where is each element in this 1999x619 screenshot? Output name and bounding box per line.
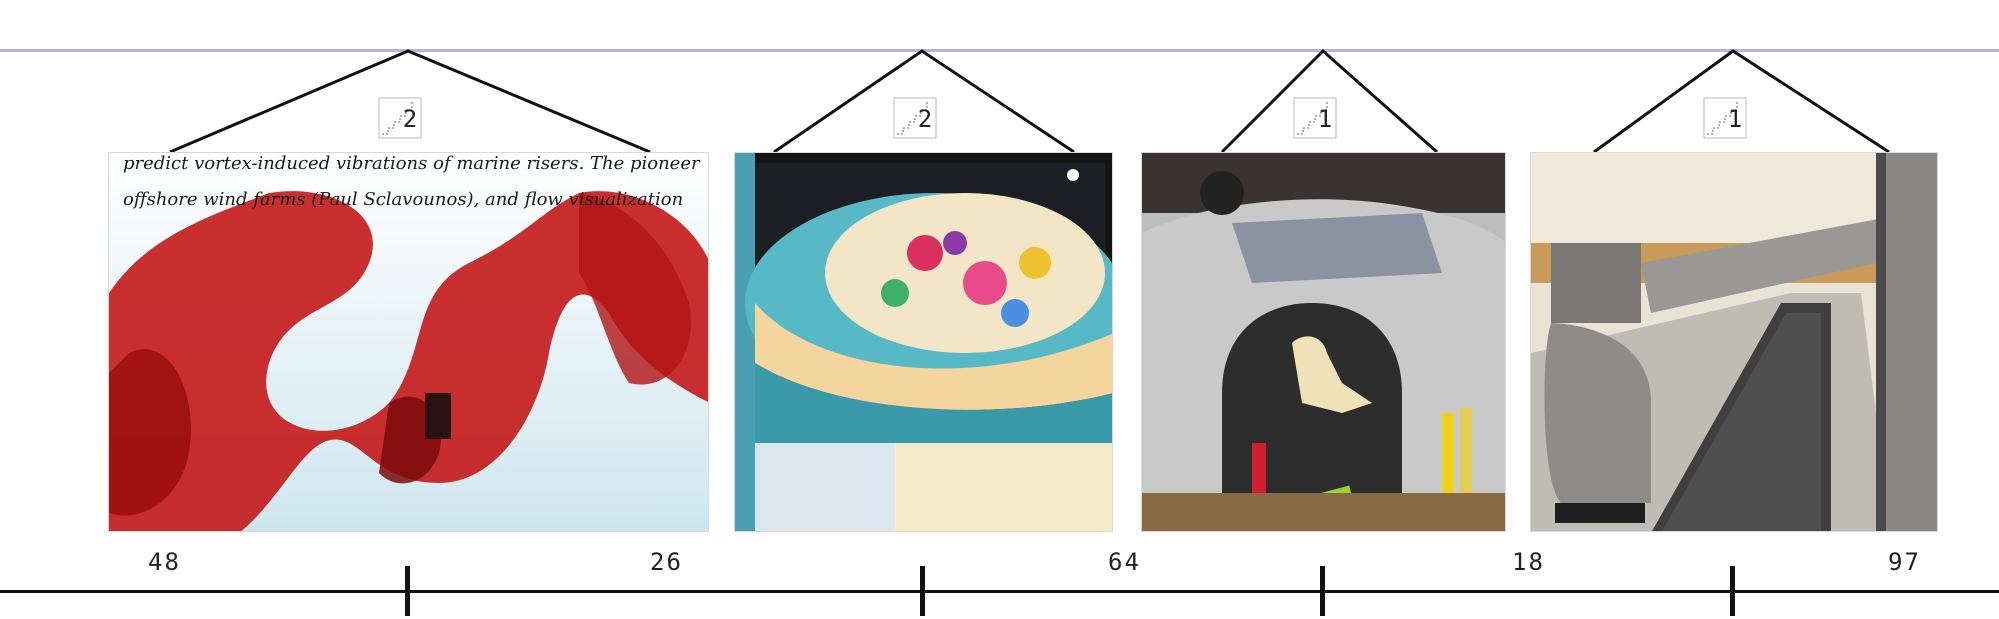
thumbnail-painted-bowl[interactable] — [734, 152, 1113, 532]
axis-tick — [920, 566, 925, 616]
group-count: 2 — [917, 105, 933, 133]
axis-label: 64 — [1108, 548, 1141, 576]
group-badge-3[interactable]: 1 — [1293, 97, 1337, 139]
metal-sculpture-image — [1531, 153, 1937, 531]
figure-text-line-1: predict vortex-induced vibrations of mar… — [123, 153, 700, 174]
painted-bowl-image — [735, 153, 1112, 531]
axis-tick — [405, 566, 410, 616]
thumbnail-flow-visualization[interactable]: predict vortex-induced vibrations of mar… — [108, 152, 709, 532]
axis-label: 97 — [1888, 548, 1921, 576]
figure-text-line-2: offshore wind farms (Paul Sclavounos), a… — [123, 189, 684, 210]
group-badge-2[interactable]: 2 — [893, 97, 937, 139]
timeline-axis — [0, 590, 1999, 593]
group-count: 1 — [1727, 105, 1743, 133]
axis-label: 26 — [650, 548, 683, 576]
group-badge-4[interactable]: 1 — [1703, 97, 1747, 139]
group-count: 1 — [1317, 105, 1333, 133]
axis-tick — [1730, 566, 1735, 616]
group-badge-1[interactable]: 2 — [378, 97, 422, 139]
axis-label: 18 — [1512, 548, 1545, 576]
group-count: 2 — [402, 105, 418, 133]
axis-label: 48 — [148, 548, 181, 576]
model-car-image — [1142, 153, 1505, 531]
axis-tick — [1320, 566, 1325, 616]
thumbnail-metal-sculpture[interactable] — [1530, 152, 1938, 532]
thumbnail-model-car[interactable] — [1141, 152, 1506, 532]
